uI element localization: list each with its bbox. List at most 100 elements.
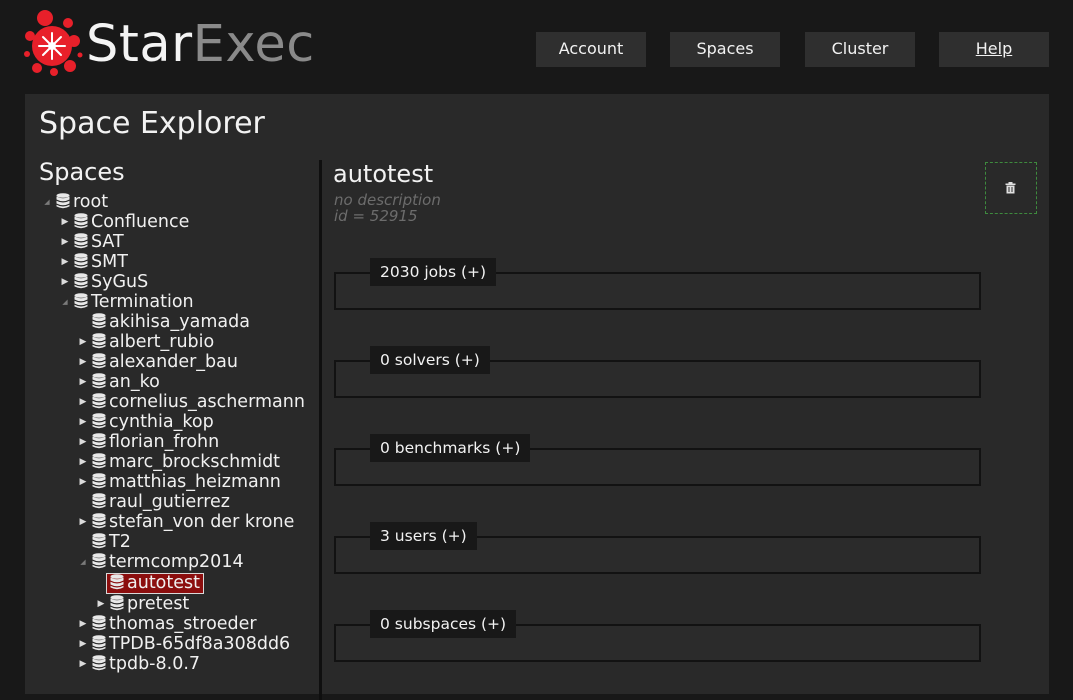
tree-node-label[interactable]: tpdb-8.0.7: [109, 654, 200, 674]
delete-space-dropzone[interactable]: [985, 162, 1037, 214]
expanded-arrow-icon[interactable]: ◢: [59, 292, 71, 312]
tree-node[interactable]: ◢ termcomp2014: [77, 552, 244, 572]
tree-node-content[interactable]: Confluence: [71, 212, 189, 232]
tree-node-label[interactable]: Termination: [91, 292, 194, 312]
tree-node-content[interactable]: pretest: [107, 594, 189, 614]
tree-node[interactable]: ▶ matthias_heizmann: [77, 472, 281, 492]
tree-node-content[interactable]: an_ko: [89, 372, 160, 392]
nav-account-button[interactable]: Account: [536, 32, 646, 67]
tree-node[interactable]: ▶ albert_rubio: [77, 332, 215, 352]
expanded-arrow-icon[interactable]: ◢: [77, 552, 89, 572]
tree-node[interactable]: ▶ cornelius_aschermann: [77, 392, 305, 412]
tree-node-content[interactable]: TPDB-65df8a308dd6: [89, 634, 290, 654]
collapsed-arrow-icon[interactable]: ▶: [77, 352, 89, 372]
tree-node[interactable]: raul_gutierrez: [77, 492, 230, 512]
tree-node-content[interactable]: florian_frohn: [89, 432, 219, 452]
section-expand-toggle[interactable]: 0 benchmarks (+): [370, 434, 531, 462]
section-expand-toggle[interactable]: 0 subspaces (+): [370, 610, 517, 638]
tree-node-label[interactable]: thomas_stroeder: [109, 614, 257, 634]
tree-node[interactable]: akihisa_yamada: [77, 312, 250, 332]
collapsed-arrow-icon[interactable]: ▶: [77, 412, 89, 432]
collapsed-arrow-icon[interactable]: ▶: [59, 272, 71, 292]
tree-node-selected[interactable]: autotest: [95, 573, 204, 594]
collapsed-arrow-icon[interactable]: ▶: [59, 232, 71, 252]
collapsed-arrow-icon[interactable]: ▶: [77, 634, 89, 654]
nav-help-label[interactable]: Help: [976, 39, 1012, 58]
tree-node[interactable]: ▶ thomas_stroeder: [77, 614, 257, 634]
collapsed-arrow-icon[interactable]: ▶: [59, 252, 71, 272]
tree-node-label[interactable]: SMT: [91, 252, 128, 272]
tree-node-label[interactable]: autotest: [127, 573, 200, 593]
tree-node[interactable]: ▶ SMT: [59, 252, 128, 272]
tree-node-content[interactable]: autotest: [106, 573, 204, 594]
collapsed-arrow-icon[interactable]: ▶: [77, 654, 89, 674]
tree-node[interactable]: ◢ root: [41, 192, 108, 212]
tree-node-content[interactable]: termcomp2014: [89, 552, 244, 572]
tree-node-label[interactable]: raul_gutierrez: [109, 492, 230, 512]
tree-node-label[interactable]: root: [73, 192, 108, 212]
tree-node-content[interactable]: Termination: [71, 292, 194, 312]
tree-node-label[interactable]: alexander_bau: [109, 352, 238, 372]
tree-node-label[interactable]: matthias_heizmann: [109, 472, 281, 492]
tree-node[interactable]: ▶ florian_frohn: [77, 432, 220, 452]
tree-node-content[interactable]: stefan_von der krone: [89, 512, 294, 532]
nav-spaces-button[interactable]: Spaces: [670, 32, 780, 67]
tree-node-label[interactable]: marc_brockschmidt: [109, 452, 280, 472]
tree-node-label[interactable]: pretest: [127, 594, 189, 614]
tree-node-label[interactable]: cynthia_kop: [109, 412, 214, 432]
nav-help-button[interactable]: Help: [939, 32, 1049, 67]
collapsed-arrow-icon[interactable]: ▶: [95, 594, 107, 614]
tree-node-label[interactable]: an_ko: [109, 372, 160, 392]
tree-node[interactable]: ▶ Confluence: [59, 212, 190, 232]
tree-node[interactable]: ▶ an_ko: [77, 372, 160, 392]
tree-node[interactable]: ◢ Termination: [59, 292, 194, 312]
tree-node[interactable]: ▶ marc_brockschmidt: [77, 452, 281, 472]
tree-node-label[interactable]: T2: [109, 532, 131, 552]
tree-node[interactable]: ▶ tpdb-8.0.7: [77, 654, 201, 674]
collapsed-arrow-icon[interactable]: ▶: [77, 472, 89, 492]
tree-node-content[interactable]: thomas_stroeder: [89, 614, 257, 634]
tree-node-label[interactable]: SyGuS: [91, 272, 148, 292]
tree-node-label[interactable]: akihisa_yamada: [109, 312, 250, 332]
collapsed-arrow-icon[interactable]: ▶: [59, 212, 71, 232]
starexec-logo-icon[interactable]: [22, 8, 86, 80]
tree-node-label[interactable]: termcomp2014: [109, 552, 244, 572]
collapsed-arrow-icon[interactable]: ▶: [77, 512, 89, 532]
nav-cluster-button[interactable]: Cluster: [805, 32, 915, 67]
tree-node-label[interactable]: Confluence: [91, 212, 189, 232]
collapsed-arrow-icon[interactable]: ▶: [77, 452, 89, 472]
trash-icon[interactable]: [1005, 182, 1016, 194]
collapsed-arrow-icon[interactable]: ▶: [77, 332, 89, 352]
tree-node[interactable]: ▶ SyGuS: [59, 272, 149, 292]
tree-node[interactable]: ▶ SAT: [59, 232, 124, 252]
tree-node-content[interactable]: T2: [89, 532, 131, 552]
tree-node-content[interactable]: alexander_bau: [89, 352, 238, 372]
tree-node-content[interactable]: SAT: [71, 232, 124, 252]
tree-node-label[interactable]: albert_rubio: [109, 332, 214, 352]
tree-node-content[interactable]: cornelius_aschermann: [89, 392, 305, 412]
expanded-arrow-icon[interactable]: ◢: [41, 192, 53, 212]
tree-node-content[interactable]: root: [53, 192, 108, 212]
tree-node[interactable]: ▶ stefan_von der krone: [77, 512, 295, 532]
tree-node[interactable]: ▶ cynthia_kop: [77, 412, 214, 432]
tree-node-label[interactable]: cornelius_aschermann: [109, 392, 305, 412]
tree-node-label[interactable]: stefan_von der krone: [109, 512, 294, 532]
tree-node-label[interactable]: TPDB-65df8a308dd6: [109, 634, 290, 654]
collapsed-arrow-icon[interactable]: ▶: [77, 372, 89, 392]
tree-node-content[interactable]: akihisa_yamada: [89, 312, 250, 332]
tree-node[interactable]: ▶ TPDB-65df8a308dd6: [77, 634, 291, 654]
tree-node-content[interactable]: albert_rubio: [89, 332, 214, 352]
tree-node-content[interactable]: SMT: [71, 252, 128, 272]
tree-node-label[interactable]: florian_frohn: [109, 432, 219, 452]
tree-node-content[interactable]: marc_brockschmidt: [89, 452, 280, 472]
tree-node[interactable]: ▶ alexander_bau: [77, 352, 238, 372]
tree-node-label[interactable]: SAT: [91, 232, 124, 252]
tree-node[interactable]: ▶ pretest: [95, 594, 190, 614]
section-expand-toggle[interactable]: 3 users (+): [370, 522, 477, 550]
section-expand-toggle[interactable]: 2030 jobs (+): [370, 258, 497, 286]
tree-node-content[interactable]: raul_gutierrez: [89, 492, 230, 512]
tree-node[interactable]: T2: [77, 532, 131, 552]
collapsed-arrow-icon[interactable]: ▶: [77, 432, 89, 452]
pane-divider[interactable]: [319, 160, 322, 700]
tree-node-content[interactable]: matthias_heizmann: [89, 472, 281, 492]
